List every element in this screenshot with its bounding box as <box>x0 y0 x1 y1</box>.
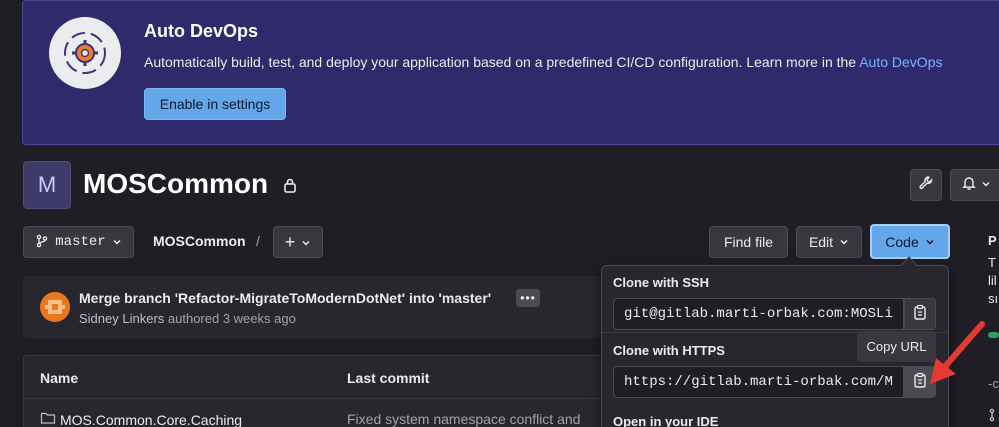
commit-title[interactable]: Merge branch 'Refactor-MigrateToModernDo… <box>79 290 491 306</box>
wrench-icon <box>918 175 934 196</box>
folder-icon <box>40 411 56 427</box>
notification-button[interactable] <box>950 169 999 201</box>
enable-in-settings-button[interactable]: Enable in settings <box>144 88 286 120</box>
branch-selector[interactable]: master <box>23 226 134 258</box>
breadcrumb[interactable]: MOSCommon <box>153 233 246 249</box>
ssh-url-field[interactable]: git@gitlab.marti-orbak.com:MOSLi <box>613 298 904 330</box>
clone-ssh-label: Clone with SSH <box>613 275 710 290</box>
bell-icon <box>961 175 977 196</box>
sidebar-fragment: P <box>988 233 997 248</box>
commit-time: authored 3 weeks ago <box>164 311 296 326</box>
branch-name: master <box>55 234 106 250</box>
sidebar-fragment: -c <box>988 376 999 391</box>
find-file-button[interactable]: Find file <box>709 226 788 258</box>
add-dropdown-button[interactable]: + <box>273 226 323 258</box>
tooltip-arrow <box>915 356 925 362</box>
project-avatar: M <box>23 161 71 209</box>
progress-bar <box>988 332 999 338</box>
page-title: MOSCommon <box>83 168 269 199</box>
annotation-arrow-icon <box>928 320 988 391</box>
commit-author[interactable]: Sidney Linkers <box>79 311 164 326</box>
branch-icon <box>35 234 49 251</box>
open-in-ide-label: Open in your IDE <box>613 414 719 427</box>
https-url-field[interactable]: https://gitlab.marti-orbak.com/M <box>613 366 904 398</box>
sidebar-fragment: T <box>988 255 996 270</box>
commit-meta: Sidney Linkers authored 3 weeks ago <box>79 311 296 326</box>
code-label: Code <box>885 233 919 250</box>
avatar[interactable] <box>40 292 70 322</box>
settings-wrench-button[interactable] <box>910 169 942 201</box>
chevron-down-icon <box>112 234 122 250</box>
chevron-down-icon <box>301 232 311 253</box>
banner-title: Auto DevOps <box>144 21 259 41</box>
auto-devops-link[interactable]: Auto DevOps <box>859 54 942 70</box>
sidebar-fragment: lil <box>988 273 997 288</box>
lock-icon <box>283 177 297 198</box>
chevron-down-icon <box>925 234 935 250</box>
plus-icon: + <box>284 231 296 252</box>
code-dropdown-button[interactable]: Code <box>870 224 950 259</box>
divider <box>24 398 612 399</box>
file-name[interactable]: MOS.Common.Core.Caching <box>60 412 242 427</box>
clipboard-icon <box>913 304 927 325</box>
table-row[interactable]: MOS.Common.Core.Caching <box>40 411 242 427</box>
breadcrumb-separator: / <box>256 233 260 249</box>
clone-https-label: Clone with HTTPS <box>613 343 725 358</box>
chevron-down-icon <box>839 234 849 250</box>
column-header-last-commit: Last commit <box>347 370 430 386</box>
banner-description: Automatically build, test, and deploy yo… <box>144 54 943 70</box>
edit-label: Edit <box>808 234 834 250</box>
clipboard-icon <box>913 372 927 393</box>
devops-gear-icon <box>49 17 121 89</box>
row-last-commit[interactable]: Fixed system namespace conflict and <box>347 411 580 427</box>
sidebar-fragment: sı <box>988 291 999 306</box>
branch-icon <box>989 408 999 427</box>
column-header-name: Name <box>40 370 79 386</box>
chevron-down-icon <box>981 176 991 194</box>
commit-details-toggle[interactable]: ••• <box>516 289 540 307</box>
edit-dropdown-button[interactable]: Edit <box>796 226 862 258</box>
last-commit-panel <box>23 276 613 338</box>
